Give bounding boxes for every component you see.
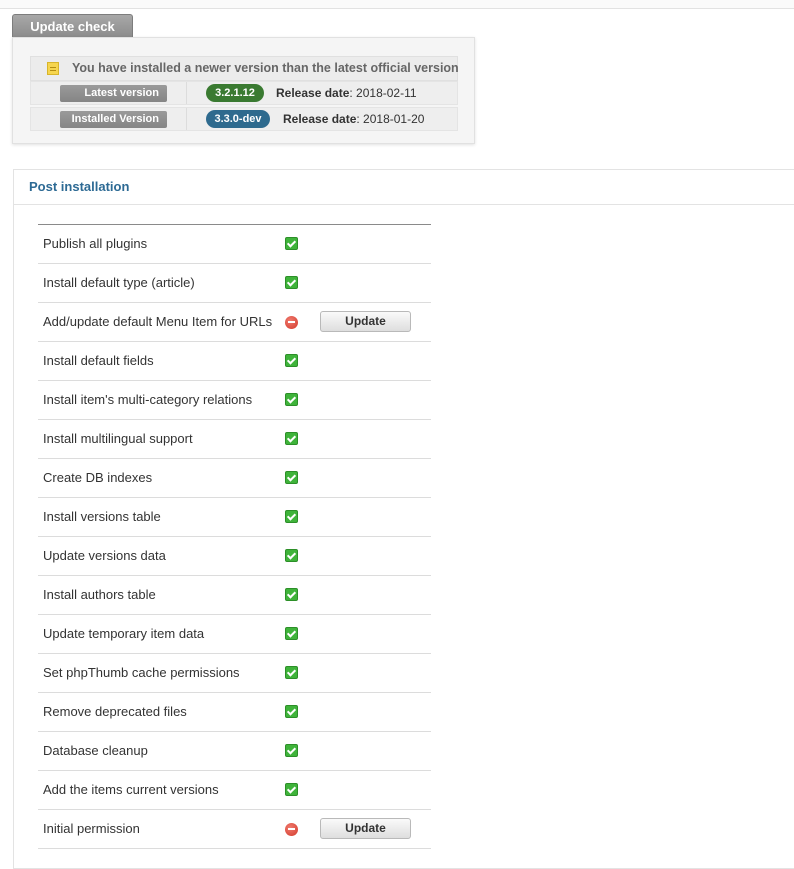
check-icon xyxy=(285,666,298,679)
task-row: Install versions table xyxy=(38,498,431,537)
check-icon xyxy=(285,627,298,640)
task-label: Initial permission xyxy=(43,821,140,836)
top-strip xyxy=(0,0,794,9)
installed-version-badge: 3.3.0-dev xyxy=(206,110,270,128)
task-label: Set phpThumb cache permissions xyxy=(43,665,240,680)
row-divider xyxy=(186,82,187,104)
task-row: Remove deprecated files xyxy=(38,693,431,732)
check-icon xyxy=(285,432,298,445)
latest-version-badge: 3.2.1.12 xyxy=(206,84,264,102)
task-label: Install versions table xyxy=(43,509,161,524)
note-icon xyxy=(47,62,59,75)
task-label: Install default type (article) xyxy=(43,275,195,290)
task-label: Install item's multi-category relations xyxy=(43,392,253,407)
check-icon xyxy=(285,549,298,562)
installed-version-row: Installed Version 3.3.0-dev Release date… xyxy=(30,107,458,131)
check-icon xyxy=(285,471,298,484)
release-date-value: : 2018-02-11 xyxy=(349,86,417,100)
task-label: Add the items current versions xyxy=(43,782,219,797)
latest-version-label: Latest version xyxy=(60,85,167,102)
task-row: Install default type (article) xyxy=(38,264,431,303)
task-row: Update temporary item data xyxy=(38,615,431,654)
task-row: Set phpThumb cache permissions xyxy=(38,654,431,693)
task-label: Publish all plugins xyxy=(43,236,148,251)
task-label: Database cleanup xyxy=(43,743,148,758)
row-divider xyxy=(186,108,187,130)
update-button[interactable]: Update xyxy=(320,311,411,332)
latest-version-row: Latest version 3.2.1.12 Release date: 20… xyxy=(30,81,458,105)
check-icon xyxy=(285,393,298,406)
task-row: Database cleanup xyxy=(38,732,431,771)
task-row: Update versions data xyxy=(38,537,431,576)
task-label: Add/update default Menu Item for URLs xyxy=(43,314,273,329)
installed-release-date: Release date: 2018-01-20 xyxy=(283,108,424,130)
post-installation-task-table: Publish all plugins Install default type … xyxy=(38,224,431,849)
task-row: Create DB indexes xyxy=(38,459,431,498)
update-check-panel: You have installed a newer version than … xyxy=(12,37,475,144)
update-button[interactable]: Update xyxy=(320,818,411,839)
task-label: Install multilingual support xyxy=(43,431,193,446)
post-installation-header: Post installation xyxy=(14,170,794,205)
task-label: Remove deprecated files xyxy=(43,704,187,719)
post-installation-title: Post installation xyxy=(29,179,130,194)
task-row: Install default fields xyxy=(38,342,431,381)
release-date-label: Release date xyxy=(283,112,357,126)
task-label: Create DB indexes xyxy=(43,470,153,485)
error-minus-icon xyxy=(285,316,298,329)
check-icon xyxy=(285,510,298,523)
task-row: Add/update default Menu Item for URLs Upd… xyxy=(38,303,431,342)
task-row: Initial permission Update xyxy=(38,810,431,849)
task-row: Install authors table xyxy=(38,576,431,615)
task-row: Publish all plugins xyxy=(38,225,431,264)
version-notice: You have installed a newer version than … xyxy=(30,56,459,81)
check-icon xyxy=(285,354,298,367)
check-icon xyxy=(285,588,298,601)
task-label: Install default fields xyxy=(43,353,154,368)
error-minus-icon xyxy=(285,823,298,836)
task-row: Install item's multi-category relations xyxy=(38,381,431,420)
update-check-tab[interactable]: Update check xyxy=(12,14,133,37)
latest-release-date: Release date: 2018-02-11 xyxy=(276,82,417,104)
check-icon xyxy=(285,237,298,250)
installed-version-label: Installed Version xyxy=(60,111,167,128)
task-label: Install authors table xyxy=(43,587,156,602)
release-date-value: : 2018-01-20 xyxy=(356,112,425,126)
check-icon xyxy=(285,276,298,289)
task-row: Install multilingual support xyxy=(38,420,431,459)
task-row: Add the items current versions xyxy=(38,771,431,810)
check-icon xyxy=(285,744,298,757)
task-label: Update temporary item data xyxy=(43,626,205,641)
task-label: Update versions data xyxy=(43,548,166,563)
check-icon xyxy=(285,783,298,796)
check-icon xyxy=(285,705,298,718)
version-notice-text: You have installed a newer version than … xyxy=(72,61,459,75)
release-date-label: Release date xyxy=(276,86,350,100)
